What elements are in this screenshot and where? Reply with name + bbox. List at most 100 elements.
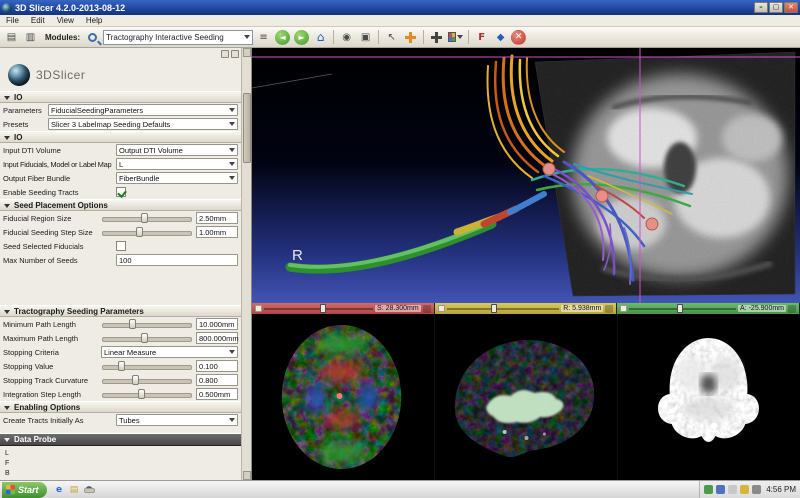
green-slice-bar: A: -25.900mm [617,303,800,314]
panel-hide-icon[interactable] [231,49,239,58]
section-tractography-parameters[interactable]: Tractography Seeding Parameters [0,305,241,317]
modules-label: Modules: [45,32,81,42]
menu-view[interactable]: View [51,15,80,26]
section-enabling-options[interactable]: Enabling Options [0,401,241,413]
fiducial-dot[interactable] [336,393,343,399]
slicer-quick-launch-icon[interactable]: ● [83,483,96,496]
module-forward-icon[interactable]: ► [293,29,310,46]
pin-icon[interactable] [620,305,628,312]
layout-selector-icon[interactable] [447,29,464,46]
fiducial-seeding-step-value[interactable]: 1.00mm [196,226,238,238]
parameters-label: Parameters [3,105,42,115]
menu-help[interactable]: Help [80,15,108,26]
section-io-top[interactable]: IO [0,91,241,103]
pin-icon[interactable] [437,305,445,312]
input-dti-volume-label: Input DTI Volume [3,145,61,155]
pin-icon[interactable] [255,305,262,312]
maximum-path-length-slider[interactable] [101,332,193,344]
stopping-value-slider[interactable] [101,360,193,372]
scrollbar-thumb[interactable] [243,93,251,163]
slice-menu-icon[interactable] [605,304,614,313]
yellow-slice-view[interactable] [435,314,618,480]
create-tracts-combobox[interactable]: Tubes [116,414,238,426]
browser-quick-launch-icon[interactable]: e [53,483,66,496]
red-slice-view[interactable] [252,314,435,480]
fiducial-seeding-step-slider[interactable] [101,226,193,238]
place-markup-icon[interactable] [402,29,419,46]
load-data-icon[interactable]: ▤ [3,29,20,46]
home-icon[interactable]: ⌂ [312,29,329,46]
fiducial-list-icon[interactable]: F [473,29,490,46]
section-data-probe[interactable]: Data Probe [0,433,241,446]
panel-spacer [0,267,241,305]
minimum-path-length-slider[interactable] [101,318,193,330]
integration-step-length-slider[interactable] [101,388,193,400]
folder-quick-launch-icon[interactable]: ▤ [68,483,81,496]
quick-launch: e ▤ ● [53,483,96,496]
fiducial-region-size-value[interactable]: 2.50mm [196,212,238,224]
panel-undock-icon[interactable] [221,49,229,58]
slice-views [252,314,800,480]
scene-view-icon[interactable]: ▣ [357,29,374,46]
tray-icon[interactable] [752,485,762,494]
yellow-slice-offset-slider[interactable] [446,304,560,313]
data-probe-area: L F B [0,446,241,480]
stopping-track-curvature-slider[interactable] [101,374,193,386]
module-selected-value: Tractography Interactive Seeding [106,32,224,42]
close-scene-icon[interactable]: ✕ [511,29,527,45]
menu-file[interactable]: File [0,15,25,26]
probe-layer-l: L [5,450,9,457]
module-back-icon[interactable]: ◄ [274,29,291,46]
tray-icon[interactable] [716,485,726,494]
red-slice-offset-slider[interactable] [264,304,374,313]
max-number-of-seeds-input[interactable]: 100 [116,254,238,266]
stopping-criteria-combobox[interactable]: Linear Measure [101,346,238,358]
output-fiber-bundle-combobox[interactable]: FiberBundle [116,172,238,184]
seed-selected-fiducials-checkbox[interactable] [116,241,126,251]
stopping-value-label: Stopping Value [3,361,54,371]
row-input-dti-volume: Input DTI Volume Output DTI Volume [0,143,241,157]
tray-icon[interactable] [704,485,714,494]
row-fiducial-region-size: Fiducial Region Size 2.50mm [0,211,241,225]
mouse-pointer-mode-icon[interactable]: ↖ [383,29,400,46]
save-data-icon[interactable]: ▥ [22,29,39,46]
screenshot-icon[interactable]: ◉ [338,29,355,46]
integration-step-length-value[interactable]: 0.500mm [196,388,238,400]
module-search-icon[interactable] [84,29,101,46]
stopping-criteria-label: Stopping Criteria [3,347,59,357]
input-dti-volume-combobox[interactable]: Output DTI Volume [116,144,238,156]
enable-seeding-tracts-checkbox[interactable] [116,187,126,197]
extensions-icon[interactable]: ◆ [492,29,509,46]
crosshair-icon[interactable] [428,29,445,46]
slice-menu-icon[interactable] [422,304,431,313]
chevron-down-icon [229,108,235,112]
module-selector-combobox[interactable]: Tractography Interactive Seeding [103,29,254,45]
tray-icon[interactable] [740,485,750,494]
presets-combobox[interactable]: Slicer 3 Labelmap Seeding Defaults [48,118,238,130]
tray-icon[interactable] [728,485,738,494]
maximum-path-length-value[interactable]: 800.000mm [196,332,239,344]
scroll-up-icon[interactable] [243,48,251,57]
minimum-path-length-value[interactable]: 10.000mm [196,318,238,330]
threed-view[interactable]: R [252,48,800,303]
input-fiducials-combobox[interactable]: L [116,158,238,170]
row-input-fiducials: Input Fiducials, Model or Label Map L [0,157,241,171]
start-button[interactable]: Start [2,481,47,498]
stopping-value-value[interactable]: 0.100 [196,360,238,372]
green-slice-view[interactable] [618,314,800,480]
fiducial-region-size-slider[interactable] [101,212,193,224]
section-io[interactable]: IO [0,131,241,143]
parameters-combobox[interactable]: FiducialSeedingParameters [48,104,238,116]
green-slice-offset-slider[interactable] [629,304,736,313]
menu-edit[interactable]: Edit [25,15,51,26]
minimize-button[interactable]: – [754,2,768,13]
section-seed-placement[interactable]: Seed Placement Options [0,199,241,211]
maximize-button[interactable]: ▢ [769,2,783,13]
stopping-track-curvature-value[interactable]: 0.800 [196,374,238,386]
scroll-down-icon[interactable] [243,471,251,480]
panel-scrollbar[interactable] [241,48,251,480]
slice-menu-icon[interactable] [788,304,797,313]
title-bar[interactable]: 3D Slicer 4.2.0-2013-08-12 – ▢ ✕ [0,0,800,15]
module-history-icon[interactable]: ≡ [255,29,272,46]
close-button[interactable]: ✕ [784,2,798,13]
